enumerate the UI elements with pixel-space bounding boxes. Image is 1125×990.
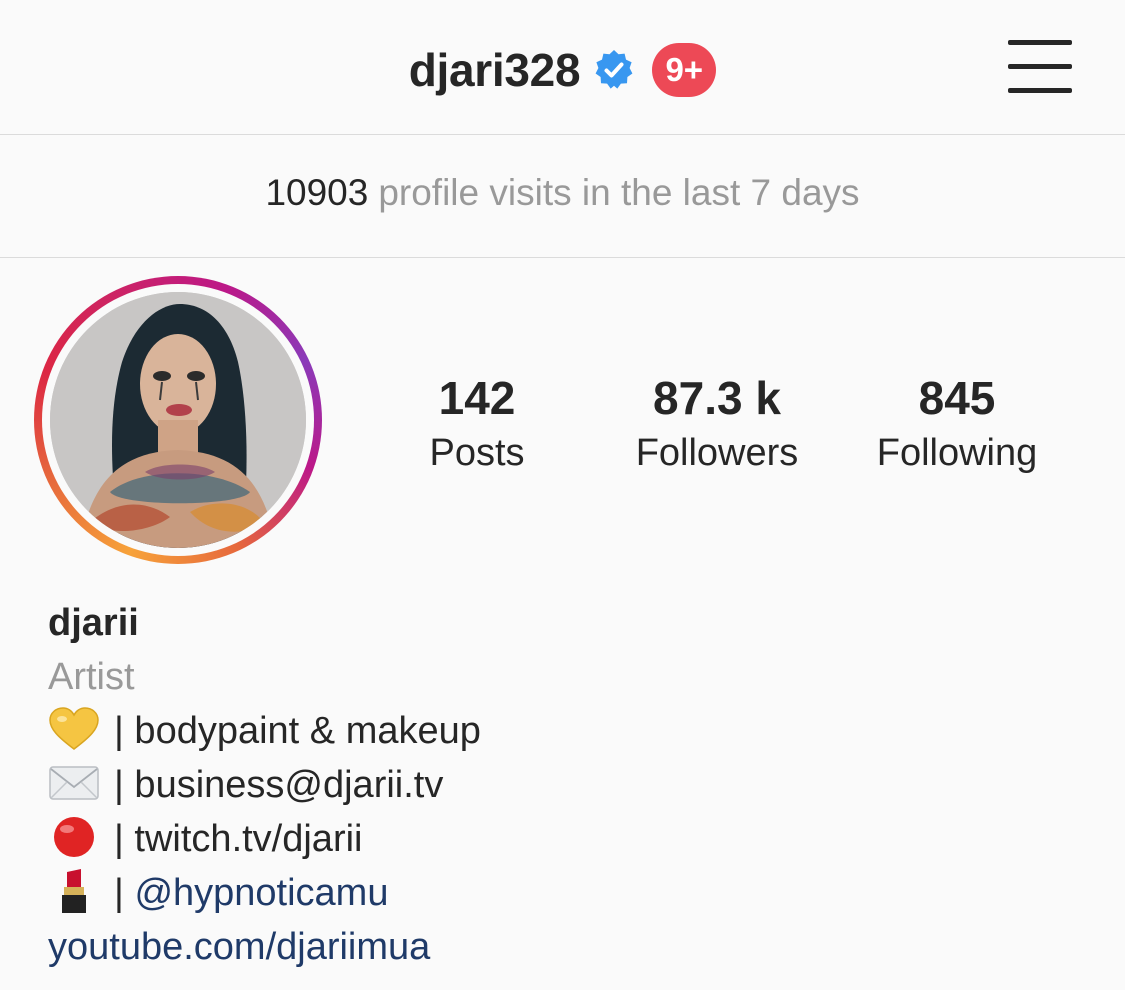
profile-display-name: djarii [48,602,139,644]
hamburger-bar [1008,88,1072,93]
profile-bio: djarii Artist | bodypaint & makeup | bus… [48,596,1088,974]
menu-button[interactable] [1008,40,1072,96]
bio-line: | bodypaint & makeup [48,704,1088,758]
yellow-heart-icon [48,707,100,751]
bio-mention-link[interactable]: @hypnoticamu [134,872,388,914]
followers-label: Followers [635,432,799,474]
profile-category: Artist [48,656,135,698]
profile-visits-banner[interactable]: 10903 profile visits in the last 7 days [0,135,1125,258]
following-stat[interactable]: 845 Following [857,368,1057,478]
hamburger-menu-icon [1008,40,1072,45]
profile-website-link[interactable]: youtube.com/djariimua [48,926,430,968]
bio-email-text: | business@djarii.tv [114,764,444,806]
lipstick-icon [48,868,100,913]
avatar-frame [42,284,314,556]
bio-line: | twitch.tv/djarii [48,812,1088,866]
hamburger-bar [1008,64,1072,69]
notification-badge[interactable]: 9+ [652,43,717,97]
posts-stat[interactable]: 142 Posts [397,368,557,478]
followers-count: 87.3 k [653,372,781,424]
bio-website-line: youtube.com/djariimua [48,920,1088,974]
bio-line: | business@djarii.tv [48,758,1088,812]
followers-stat[interactable]: 87.3 k Followers [607,368,827,478]
profile-username[interactable]: djari328 [409,43,581,97]
red-circle-icon [48,815,100,859]
avatar [50,292,306,548]
profile-visits-label: profile visits in the last 7 days [378,172,860,213]
posts-count: 142 [438,372,516,424]
envelope-icon [48,761,100,805]
profile-avatar-story-ring[interactable] [34,276,322,564]
header-title-group: djari328 9+ [0,40,1125,100]
bio-twitch-text: | twitch.tv/djarii [114,818,363,860]
profile-visits-count: 10903 [265,172,369,213]
following-count: 845 [918,372,996,424]
profile-header: djari328 9+ [0,0,1125,135]
verified-badge-icon [592,48,636,92]
posts-label: Posts [429,432,525,474]
following-label: Following [876,432,1038,474]
bio-line-text: | bodypaint & makeup [114,710,481,752]
bio-mention-prefix: | [114,872,124,914]
bio-line: | @hypnoticamu [48,866,1088,920]
